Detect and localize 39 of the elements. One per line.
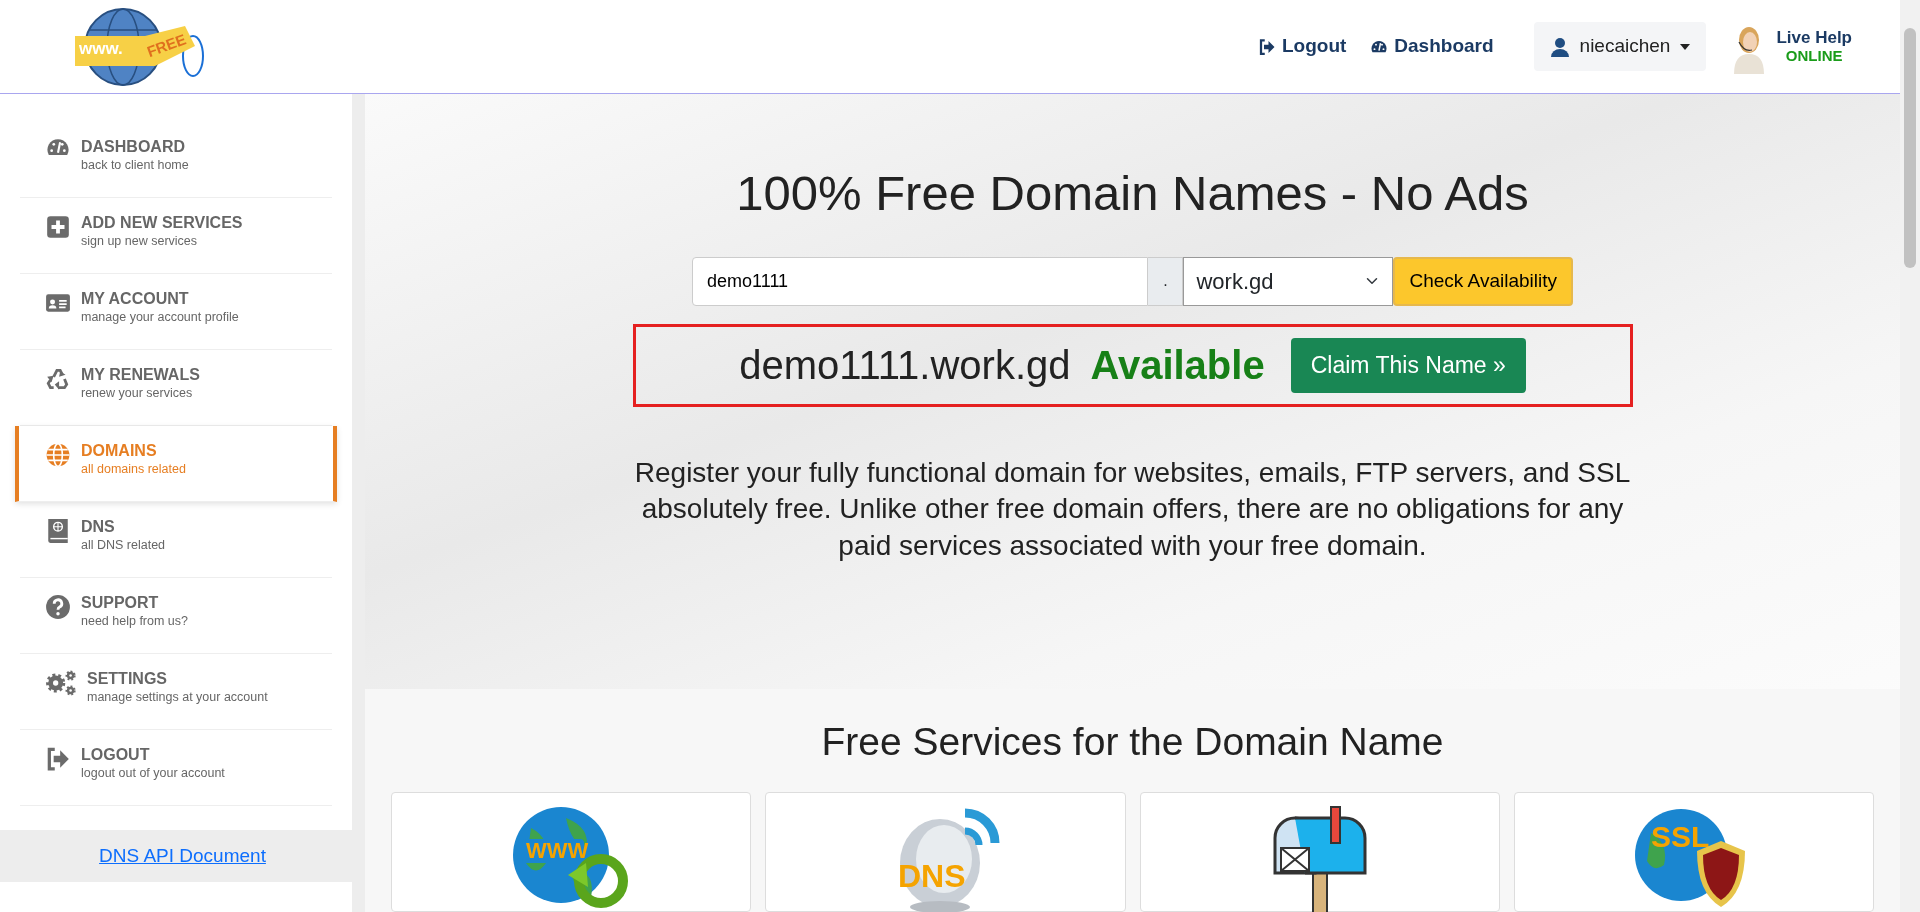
speedometer-icon (1370, 40, 1389, 53)
claim-button[interactable]: Claim This Name » (1290, 338, 1526, 393)
question-icon (45, 594, 71, 620)
gears-icon (45, 670, 77, 696)
domain-input[interactable]: demo1111 (692, 256, 1149, 306)
speedometer-icon (45, 138, 71, 156)
api-document-link[interactable]: DNS API Document (99, 844, 266, 866)
live-help-title: Live Help (1776, 28, 1852, 48)
sidebar-item[interactable]: DASHBOARD back to client home (20, 122, 332, 198)
availability-status: Available (1090, 342, 1265, 390)
recycle-icon (45, 366, 71, 392)
sidebar-item[interactable]: MY RENEWALS renew your services (20, 350, 332, 426)
check-availability-button[interactable]: Check Availability (1393, 256, 1573, 306)
sidebar-item[interactable]: SUPPORT need help from us? (20, 578, 332, 654)
sidebar-item[interactable]: SETTINGS manage settings at your account (20, 654, 332, 730)
caret-icon (1680, 43, 1691, 50)
tld-select[interactable]: work.gd (1183, 256, 1394, 306)
user-menu[interactable]: niecaichen (1533, 22, 1707, 71)
globe-icon (45, 442, 71, 468)
domain-name: demo1111.work.gd (739, 342, 1071, 390)
sidebar-item[interactable]: DNS all DNS related (20, 502, 332, 578)
logout-icon (1257, 37, 1276, 56)
nav-link[interactable]: Logout (1257, 32, 1347, 61)
logout-icon (45, 746, 71, 772)
online-status: ONLINE (1784, 47, 1844, 65)
book-icon (45, 518, 71, 544)
sidebar-item[interactable]: ADD NEW SERVICES sign up new services (20, 198, 332, 274)
sidebar-item[interactable]: LOGOUT logout out of your account (20, 730, 332, 806)
dot-separator: . (1148, 256, 1184, 306)
sidebar-item[interactable]: MY ACCOUNT manage your account profile (20, 274, 332, 350)
plus-icon (45, 214, 71, 240)
page-title: 100% Free Domain Names - No Ads (736, 165, 1529, 222)
section-title: Free Services for the Domain Name (821, 719, 1444, 766)
scrollbar[interactable] (1900, 0, 1920, 912)
description: Register your fully functional domain for websites, emails, FTP servers, and SSL absolutely free. Unlike other free domain offers, there are no obligations for any paid services associated with your free domain. (633, 455, 1632, 563)
service-card[interactable] (1139, 792, 1500, 912)
nav-link[interactable]: Dashboard (1370, 32, 1494, 61)
user-icon (1549, 36, 1570, 57)
logo: www. FREE (75, 5, 225, 88)
